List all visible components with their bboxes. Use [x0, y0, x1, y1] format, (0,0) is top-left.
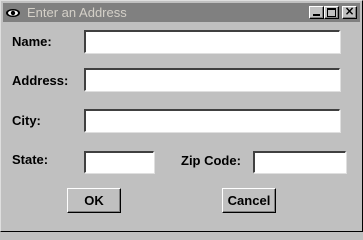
- zip-code-label: Zip Code:: [181, 153, 241, 168]
- address-dialog-window: Enter an Address × Name: Address: City: …: [0, 0, 363, 232]
- address-label: Address:: [12, 73, 69, 88]
- city-label: City:: [12, 113, 41, 128]
- close-icon: ×: [344, 4, 355, 18]
- state-input[interactable]: [84, 151, 154, 173]
- city-input[interactable]: [84, 109, 340, 132]
- window-title: Enter an Address: [27, 5, 127, 20]
- ok-button[interactable]: OK: [67, 188, 121, 213]
- title-bar[interactable]: Enter an Address ×: [3, 3, 360, 22]
- close-button[interactable]: ×: [342, 4, 357, 19]
- eye-icon[interactable]: [5, 5, 21, 21]
- cancel-button[interactable]: Cancel: [222, 188, 276, 213]
- name-input[interactable]: [84, 30, 340, 53]
- state-label: State:: [12, 152, 49, 167]
- zip-code-input[interactable]: [253, 151, 346, 173]
- address-input[interactable]: [84, 68, 340, 91]
- minimize-button[interactable]: [309, 6, 324, 19]
- maximize-icon: [327, 8, 336, 17]
- name-label: Name:: [12, 34, 52, 49]
- minimize-icon: [313, 14, 320, 16]
- maximize-button[interactable]: [324, 6, 339, 19]
